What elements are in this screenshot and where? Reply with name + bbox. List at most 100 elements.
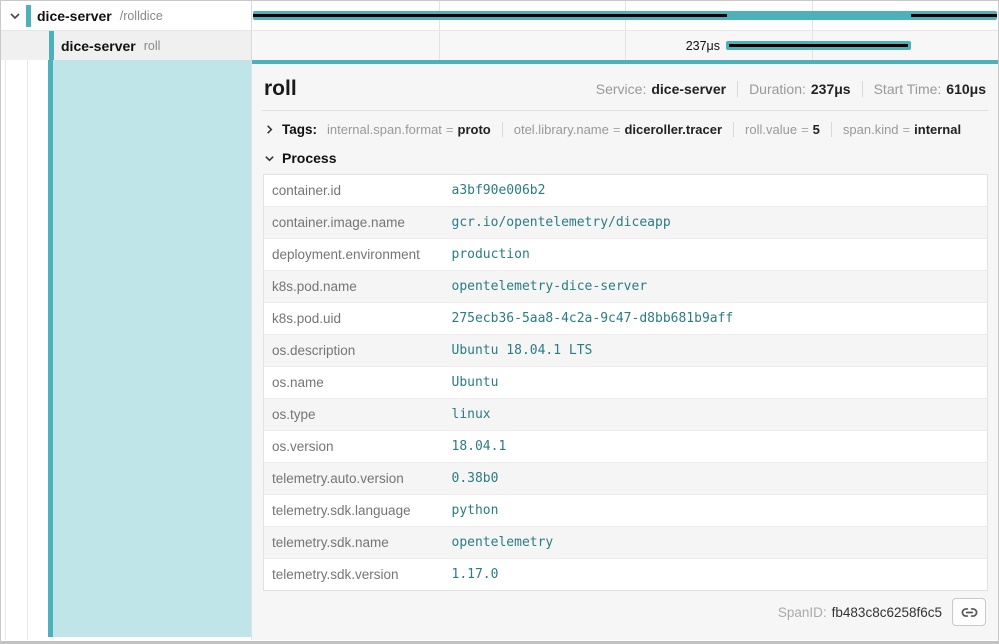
span-bar-overlay	[911, 14, 997, 17]
kv-value: production	[444, 239, 988, 271]
kv-key: container.id	[264, 175, 444, 207]
tag-value: proto	[458, 122, 491, 137]
tag-equals: =	[446, 122, 454, 137]
span-detail-footer: SpanID: fb483c8c6258f6c5	[262, 591, 988, 626]
service-color-bar	[26, 5, 31, 27]
indent-guide	[5, 60, 6, 640]
kv-key: os.name	[264, 367, 444, 399]
span-bar-overlay	[253, 14, 727, 17]
meta-divider	[737, 81, 738, 97]
tag-key: internal.span.format	[327, 122, 442, 137]
service-name: dice-server	[61, 38, 136, 54]
tag-value: 5	[813, 122, 820, 137]
table-row: os.version18.04.1	[264, 431, 988, 463]
kv-key: telemetry.auto.version	[264, 463, 444, 495]
kv-key: container.image.name	[264, 207, 444, 239]
kv-value: 0.38b0	[444, 463, 988, 495]
service-name: dice-server	[37, 8, 112, 24]
chevron-down-icon[interactable]	[264, 153, 275, 164]
chevron-right-icon[interactable]	[264, 124, 275, 135]
tag-equals: =	[801, 122, 809, 137]
selected-span-strip	[1, 60, 252, 640]
kv-value: gcr.io/opentelemetry/diceapp	[444, 207, 988, 239]
tag-summary: roll.value = 5	[745, 122, 820, 137]
process-kv-table: container.ida3bf90e006b2 container.image…	[263, 174, 988, 591]
tag-equals: =	[903, 122, 911, 137]
meta-divider	[862, 81, 863, 97]
kv-value: opentelemetry-dice-server	[444, 271, 988, 303]
span-row-rolldice[interactable]: dice-server /rolldice	[1, 1, 998, 31]
kv-key: deployment.environment	[264, 239, 444, 271]
service-color-bar	[49, 31, 54, 60]
table-row: telemetry.sdk.languagepython	[264, 495, 988, 527]
process-label[interactable]: Process	[282, 150, 336, 166]
table-row: os.typelinux	[264, 399, 988, 431]
start-time-label: Start Time:	[874, 81, 942, 97]
span-timeline-cell[interactable]: 237μs	[252, 31, 998, 60]
table-row: os.nameUbuntu	[264, 367, 988, 399]
kv-value: 275ecb36-5aa8-4c2a-9c47-d8bb681b9aff	[444, 303, 988, 335]
indent-guide	[27, 60, 28, 640]
tag-summary: span.kind=internal	[843, 122, 961, 137]
span-detail-area: roll Service: dice-server Duration: 237μ…	[1, 60, 998, 640]
kv-key: telemetry.sdk.language	[264, 495, 444, 527]
table-row: telemetry.sdk.version1.17.0	[264, 559, 988, 591]
kv-value: linux	[444, 399, 988, 431]
kv-key: os.type	[264, 399, 444, 431]
kv-value: 18.04.1	[444, 431, 988, 463]
operation-name: /rolldice	[120, 9, 163, 23]
span-detail-header: roll Service: dice-server Duration: 237μ…	[262, 64, 988, 111]
tags-accordion[interactable]: Tags: internal.span.format = proto otel.li…	[262, 111, 988, 146]
table-row: k8s.pod.uid275ecb36-5aa8-4c2a-9c47-d8bb6…	[264, 303, 988, 335]
span-title: roll	[264, 77, 297, 101]
tag-divider	[502, 122, 503, 137]
kv-key: telemetry.sdk.version	[264, 559, 444, 591]
kv-key: k8s.pod.uid	[264, 303, 444, 335]
kv-key: telemetry.sdk.name	[264, 527, 444, 559]
tag-key: otel.library.name	[514, 122, 609, 137]
tag-divider	[831, 122, 832, 137]
span-detail-panel: roll Service: dice-server Duration: 237μ…	[252, 60, 998, 640]
kv-value: opentelemetry	[444, 527, 988, 559]
span-name-cell[interactable]: dice-server roll	[1, 31, 252, 60]
table-row: telemetry.auto.version0.38b0	[264, 463, 988, 495]
spanid-label: SpanID:	[778, 605, 827, 620]
table-row: deployment.environmentproduction	[264, 239, 988, 271]
tag-summary: otel.library.name =diceroller.tracer	[514, 122, 722, 137]
chevron-down-icon[interactable]	[9, 10, 21, 22]
tag-equals: =	[613, 122, 621, 137]
spanid-value: fb483c8c6258f6c5	[832, 605, 942, 620]
service-value: dice-server	[651, 81, 726, 97]
tag-key: span.kind	[843, 122, 899, 137]
span-timeline-cell[interactable]	[252, 1, 998, 30]
selected-span-highlight	[53, 60, 251, 637]
span-name-cell[interactable]: dice-server /rolldice	[1, 1, 252, 30]
start-time-value: 610μs	[946, 81, 986, 97]
deep-link-button[interactable]	[952, 598, 986, 626]
span-bar-rolldice[interactable]	[253, 11, 997, 20]
table-row: os.descriptionUbuntu 18.04.1 LTS	[264, 335, 988, 367]
kv-value: Ubuntu 18.04.1 LTS	[444, 335, 988, 367]
span-bar-overlay	[729, 44, 908, 47]
span-bar-roll[interactable]	[726, 41, 911, 50]
duration-label: Duration:	[749, 81, 806, 97]
tag-key: roll.value	[745, 122, 797, 137]
operation-name: roll	[144, 39, 161, 53]
tags-label[interactable]: Tags:	[282, 122, 317, 137]
kv-key: os.version	[264, 431, 444, 463]
span-row-roll[interactable]: dice-server roll 237μs	[1, 31, 998, 60]
kv-value: python	[444, 495, 988, 527]
tag-summary: internal.span.format = proto	[327, 122, 491, 137]
kv-key: k8s.pod.name	[264, 271, 444, 303]
tag-divider	[733, 122, 734, 137]
jaeger-trace-view: dice-server /rolldice dice-server roll	[0, 0, 999, 644]
process-accordion[interactable]: Process	[262, 146, 988, 174]
kv-value: 1.17.0	[444, 559, 988, 591]
kv-value: Ubuntu	[444, 367, 988, 399]
tag-value: diceroller.tracer	[624, 122, 722, 137]
kv-value: a3bf90e006b2	[444, 175, 988, 207]
span-meta: Service: dice-server Duration: 237μs Sta…	[596, 81, 986, 97]
link-icon	[961, 604, 978, 621]
duration-value: 237μs	[811, 81, 851, 97]
table-row: container.image.namegcr.io/opentelemetry…	[264, 207, 988, 239]
